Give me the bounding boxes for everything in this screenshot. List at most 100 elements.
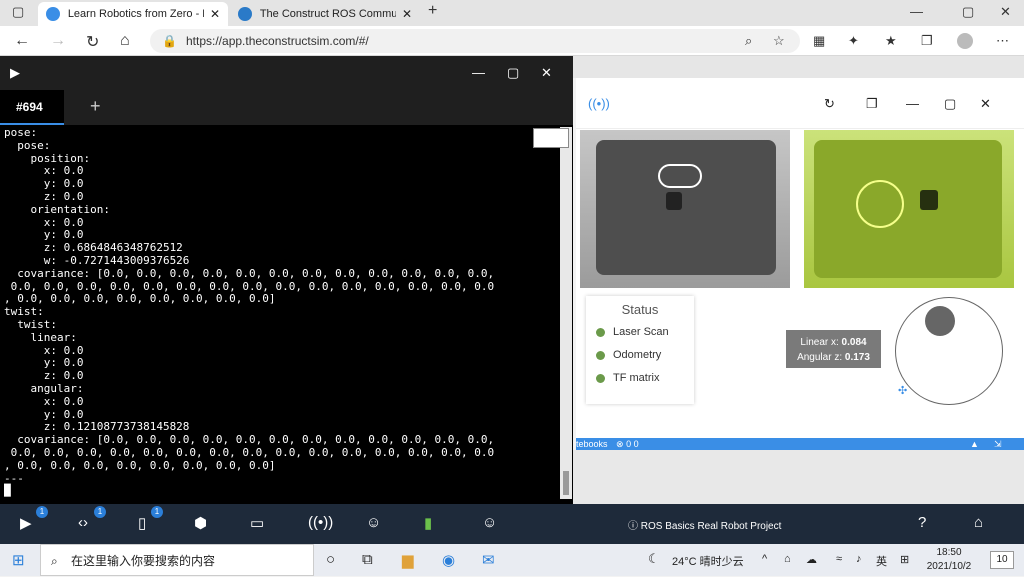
panel-maximize-icon[interactable]: ▢ — [944, 96, 956, 112]
new-terminal-icon[interactable]: + — [90, 96, 101, 117]
favorites-icon[interactable]: ★ — [885, 33, 897, 49]
cloud-icon[interactable]: ☁ — [806, 553, 817, 566]
dpad-icon[interactable]: ✣ — [898, 384, 907, 397]
url-text: https://app.theconstructsim.com/#/ — [186, 34, 369, 48]
terminal-maximize-icon[interactable]: ▢ — [507, 65, 519, 81]
maximize-icon[interactable]: ▢ — [962, 4, 974, 20]
status-label: TF matrix — [613, 372, 660, 384]
terminal-line: , 0.0, 0.0, 0.0, 0.0, 0.0, 0.0, 0.0, 0.0… — [4, 458, 276, 472]
terminal-line: █ — [4, 484, 11, 498]
terminal-tool-icon[interactable]: ▶ — [20, 514, 32, 532]
clock[interactable]: 18:50 2021/10/2 — [924, 546, 974, 574]
status-label: Laser Scan — [613, 326, 669, 338]
weather-text[interactable]: 24°C 晴时少云 — [672, 553, 744, 569]
status-item-odometry: Odometry — [596, 349, 661, 361]
terminal-scrollbar[interactable] — [560, 127, 572, 499]
file-explorer-icon[interactable]: ▆ — [402, 551, 414, 569]
bell-icon[interactable]: ▲ — [970, 438, 979, 450]
home-app-icon[interactable]: ⌂ — [974, 514, 983, 531]
clock-date: 2021/10/2 — [926, 561, 972, 572]
reload-icon[interactable]: ↻ — [824, 96, 835, 112]
edge-browser-icon[interactable]: ◉ — [442, 551, 455, 569]
joystick[interactable] — [895, 297, 1003, 405]
cortana-icon[interactable]: ○ — [326, 551, 335, 568]
terminal-line: 0.0, 0.0, 0.0, 0.0, 0.0, 0.0, 0.0, 0.0, … — [4, 445, 495, 459]
favorite-star-icon[interactable]: ☆ — [773, 33, 785, 49]
keyboard-icon[interactable]: ⊞ — [900, 553, 909, 566]
qr-icon[interactable]: ▦ — [813, 33, 825, 49]
url-field[interactable]: 🔒 https://app.theconstructsim.com/#/ — [150, 29, 800, 53]
terminal-line: z: 0.0 — [4, 189, 84, 203]
terminal-tab-694[interactable]: #694 — [0, 90, 64, 125]
gazebo-cube-icon[interactable]: ⬢ — [194, 514, 207, 532]
restore-layout-icon[interactable] — [533, 128, 569, 148]
graphical-tools-icon[interactable]: ▭ — [250, 514, 264, 532]
panel-close-icon[interactable]: ✕ — [980, 96, 991, 112]
collections-icon[interactable]: ❐ — [921, 33, 933, 49]
robot-settings-icon[interactable]: ☺ — [482, 514, 497, 531]
construct-favicon-icon — [238, 7, 252, 21]
problems-icon[interactable]: ⊗ — [616, 439, 626, 449]
terminal-tab-strip: #694 + — [0, 90, 573, 125]
pip-icon[interactable]: ❐ — [866, 96, 878, 112]
tab-actions-icon[interactable]: ▢ — [12, 4, 24, 20]
close-window-icon[interactable]: ✕ — [1000, 4, 1011, 20]
track-mat — [596, 140, 776, 275]
terminal-line: y: 0.0 — [4, 356, 84, 370]
status-ok-icon — [596, 350, 605, 360]
home-icon[interactable]: ⌂ — [120, 32, 130, 50]
profile-avatar[interactable] — [957, 33, 973, 49]
browser-tab-robotics[interactable]: Learn Robotics from Zero - Robo ✕ — [38, 2, 228, 26]
wifi-icon[interactable]: ≈ — [836, 553, 842, 565]
browser-tab-community[interactable]: The Construct ROS Community ✕ — [230, 2, 420, 26]
status-item-laser: Laser Scan — [596, 326, 669, 338]
terminal-minimize-icon[interactable]: — — [472, 65, 485, 80]
tab-title: Learn Robotics from Zero - Robo — [67, 8, 204, 20]
linear-label: Linear x: — [800, 337, 839, 348]
close-tab-icon[interactable]: ✕ — [402, 7, 412, 21]
robot-panel: ((•)) ↻ ❐ — ▢ ✕ Status Laser Scan Odomet… — [576, 78, 1024, 438]
joystick-knob[interactable] — [925, 306, 955, 336]
terminal-close-icon[interactable]: ✕ — [541, 65, 552, 81]
weather-icon: ☾ — [648, 551, 660, 566]
camera-feed-right — [804, 130, 1014, 288]
ime-indicator[interactable]: 英 — [876, 553, 887, 569]
code-editor-icon[interactable]: ‹› — [78, 514, 88, 531]
expand-icon[interactable]: ⇲ — [994, 438, 1002, 450]
refresh-icon[interactable]: ↻ — [86, 32, 99, 52]
notebook-icon[interactable]: ▯ — [138, 514, 146, 532]
taskbar-search[interactable]: ⌕ 在这里输入你要搜索的内容 — [40, 544, 314, 576]
network-icon[interactable]: ⌂ — [784, 553, 791, 565]
book-icon[interactable]: ▮ — [424, 514, 432, 532]
chevron-up-icon[interactable]: ^ — [762, 553, 767, 565]
back-icon[interactable]: ← — [14, 32, 30, 50]
new-tab-icon[interactable]: + — [428, 2, 437, 20]
close-tab-icon[interactable]: ✕ — [210, 7, 220, 21]
robot-shape — [920, 190, 938, 210]
terminal-line: orientation: — [4, 202, 110, 216]
mail-icon[interactable]: ✉ — [482, 551, 495, 569]
zoom-icon[interactable]: ⌕ — [745, 33, 752, 49]
lock-icon: 🔒 — [162, 34, 177, 48]
notification-center-icon[interactable]: 10 — [990, 551, 1014, 569]
help-icon[interactable]: ? — [918, 514, 926, 531]
extensions-icon[interactable]: ✦ — [848, 33, 859, 49]
forward-icon[interactable]: → — [50, 32, 66, 50]
robot-icon[interactable]: ☺ — [366, 514, 381, 531]
panel-backdrop — [573, 56, 1024, 78]
status-ok-icon — [596, 327, 605, 337]
notebooks-label[interactable]: tebooks — [576, 439, 608, 449]
more-menu-icon[interactable]: ⋯ — [996, 33, 1009, 49]
windows-start-icon[interactable]: ⊞ — [12, 551, 25, 569]
scrollbar-thumb[interactable] — [563, 471, 569, 495]
volume-icon[interactable]: ♪ — [856, 553, 862, 565]
problem-counts: 0 0 — [626, 439, 639, 449]
task-view-icon[interactable]: ⧉ — [362, 551, 373, 568]
minimize-icon[interactable]: — — [910, 4, 923, 19]
velocity-readout: Linear x: 0.084 Angular z: 0.173 — [786, 330, 881, 368]
panel-minimize-icon[interactable]: — — [906, 96, 919, 111]
terminal-output[interactable]: pose: pose: position: x: 0.0 y: 0.0 z: 0… — [4, 127, 552, 499]
browser-tab-bar: ▢ Learn Robotics from Zero - Robo ✕ The … — [0, 0, 1024, 26]
real-robot-signal-icon[interactable]: ((•)) — [308, 514, 333, 531]
terminal-line: y: 0.0 — [4, 177, 84, 191]
